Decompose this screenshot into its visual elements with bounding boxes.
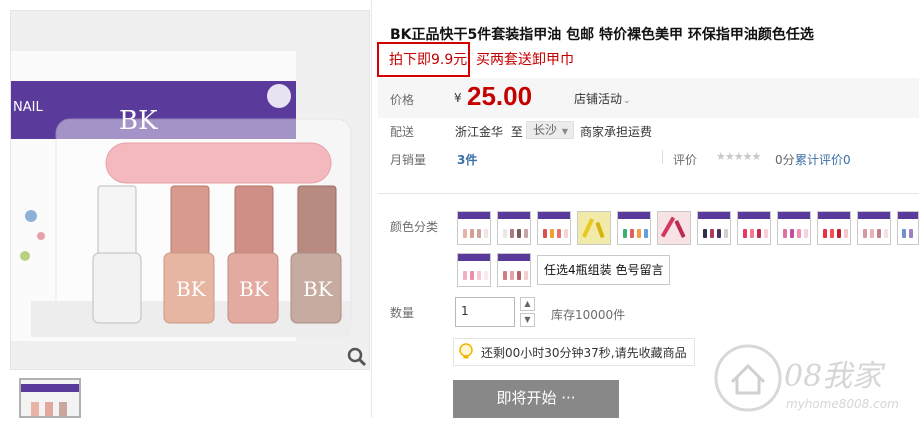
- product-title: BK正品快干5件套装指甲油 包邮 特价裸色美甲 环保指甲油颜色任选: [390, 27, 814, 43]
- shipping-fee: 商家承担运费: [580, 125, 653, 139]
- color-swatch[interactable]: [497, 253, 531, 287]
- color-swatch[interactable]: [577, 211, 611, 245]
- color-swatch[interactable]: [457, 211, 491, 245]
- quantity-label: 数量: [390, 306, 415, 320]
- quantity-decrease-button[interactable]: ▼: [520, 313, 535, 327]
- svg-text:BK: BK: [176, 277, 207, 301]
- stock-text: 库存10000件: [551, 308, 626, 322]
- section-divider: [378, 193, 919, 194]
- gallery-separator: [371, 0, 372, 418]
- cumulative-reviews-link[interactable]: 累计评价0: [795, 151, 851, 168]
- price-label: 价格: [390, 93, 415, 107]
- product-thumbnail[interactable]: [19, 378, 81, 418]
- shop-activity-dropdown[interactable]: 店铺活动⌄: [574, 90, 631, 107]
- color-swatch[interactable]: [737, 211, 771, 245]
- shop-activity-label: 店铺活动: [574, 92, 623, 106]
- color-category-label: 颜色分类: [390, 220, 439, 234]
- quantity-increase-button[interactable]: ▲: [520, 297, 535, 311]
- price-value: 25.00: [467, 81, 533, 111]
- rating-stars: ★★★★★: [716, 150, 761, 163]
- sales-value: 3件: [457, 153, 478, 167]
- product-main-image[interactable]: NAIL BK BK BK BK: [10, 10, 370, 370]
- rating-score: 0分: [775, 153, 795, 167]
- divider: [662, 150, 663, 164]
- lightbulb-icon: [458, 343, 474, 364]
- promo-gift-text: 买两套送卸甲巾: [476, 52, 574, 68]
- nail-polish-photo: NAIL BK BK BK BK: [11, 11, 369, 369]
- svg-text:myhome8008.com: myhome8008.com: [786, 397, 899, 411]
- rating-label: 评价: [673, 153, 698, 167]
- color-swatch[interactable]: [897, 211, 919, 245]
- chevron-down-icon: ⌄: [623, 96, 631, 106]
- promo-price-text: 拍下即9.9元: [389, 52, 468, 68]
- color-swatch[interactable]: [857, 211, 891, 245]
- ship-to-word: 至: [510, 125, 523, 139]
- color-swatch[interactable]: [537, 211, 571, 245]
- color-swatch[interactable]: [777, 211, 811, 245]
- svg-text:BK: BK: [303, 277, 334, 301]
- color-swatch[interactable]: [497, 211, 531, 245]
- delivery-label: 配送: [390, 125, 415, 139]
- quantity-input[interactable]: 1: [455, 297, 515, 327]
- svg-text:08我家: 08我家: [784, 359, 886, 394]
- countdown-text: 还剩00小时30分钟37秒,请先收藏商品: [481, 346, 687, 360]
- watermark-logo: 08我家 myhome8008.com: [714, 344, 899, 412]
- color-swatch[interactable]: [457, 253, 491, 287]
- zoom-icon[interactable]: [346, 346, 368, 368]
- color-swatch[interactable]: [657, 211, 691, 245]
- currency-symbol: ¥: [454, 91, 462, 105]
- site-watermark: 08我家 myhome8008.com: [714, 338, 919, 418]
- sales-label: 月销量: [390, 153, 427, 167]
- ship-from: 浙江金华 至: [455, 123, 523, 140]
- color-swatch[interactable]: [617, 211, 651, 245]
- coming-soon-button[interactable]: 即将开始 ···: [453, 380, 619, 418]
- destination-city: 长沙: [533, 123, 558, 137]
- ship-origin: 浙江金华: [455, 125, 504, 139]
- destination-city-select[interactable]: 长沙 ▼: [526, 121, 574, 139]
- color-option-text[interactable]: 任选4瓶组装 色号留言: [537, 255, 671, 285]
- svg-text:BK: BK: [239, 277, 270, 301]
- color-swatch[interactable]: [697, 211, 731, 245]
- box-label: NAIL: [13, 100, 43, 115]
- caret-down-icon: ▼: [561, 127, 568, 136]
- color-swatch[interactable]: [817, 211, 851, 245]
